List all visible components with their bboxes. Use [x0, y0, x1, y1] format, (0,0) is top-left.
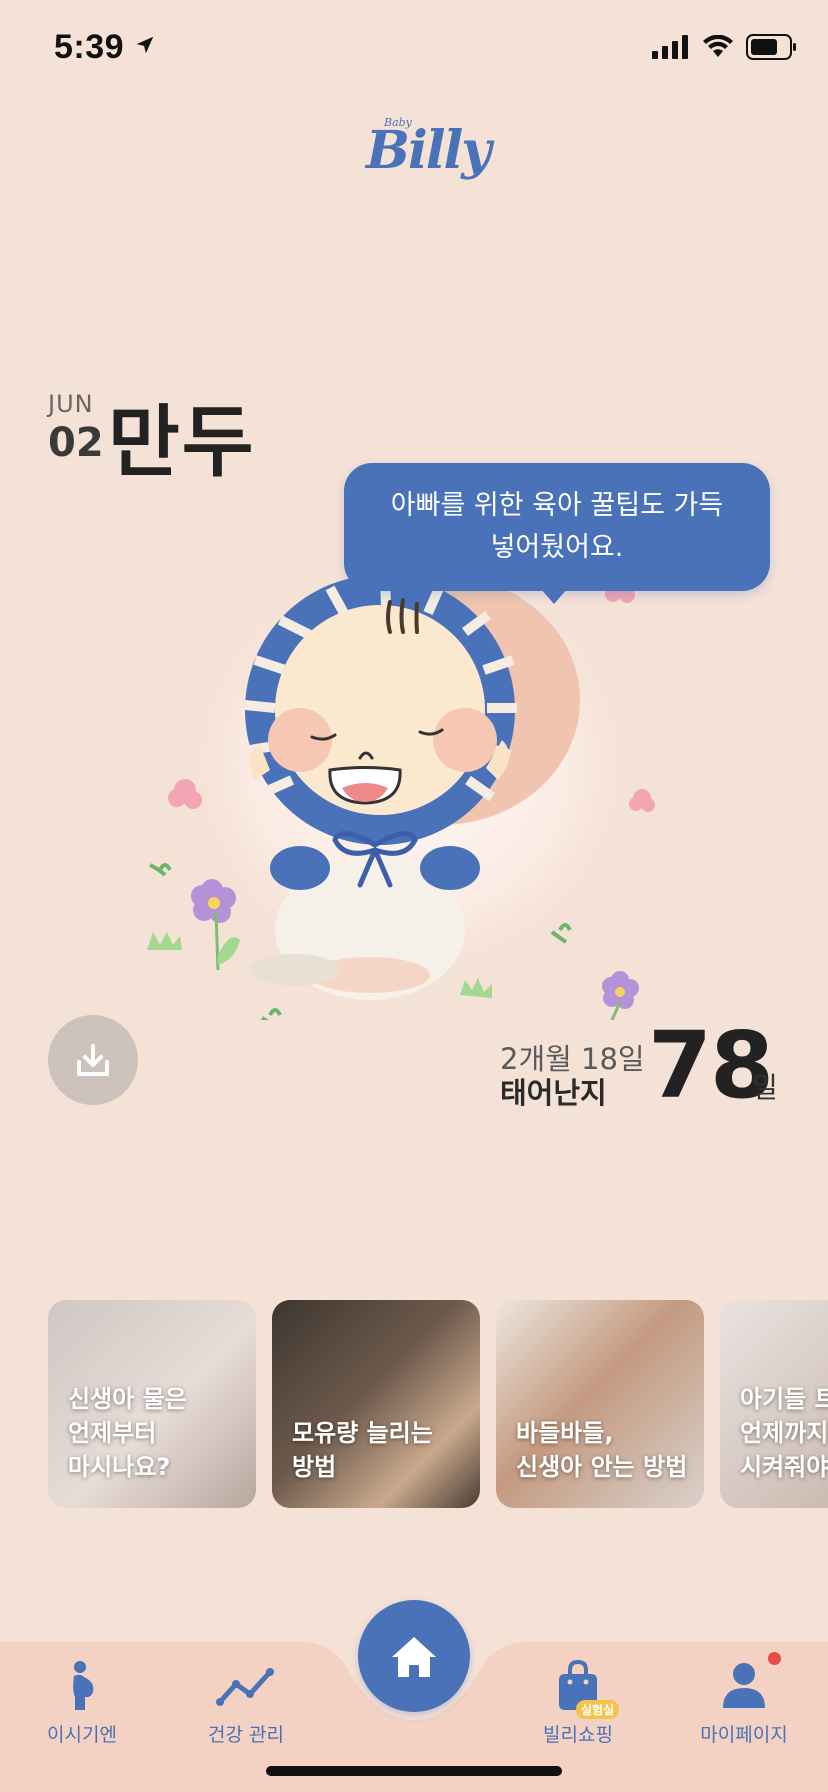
tab-shopping[interactable]: 실험실 빌리쇼핑	[518, 1660, 638, 1747]
cellular-signal-icon	[652, 35, 688, 59]
wifi-icon	[703, 35, 733, 57]
article-card-holding-newborn[interactable]: 바들바들, 신생아 안는 방법	[496, 1300, 704, 1508]
age-days-unit: 일	[752, 1071, 778, 1104]
baby-name: 만두	[108, 398, 256, 488]
age-label: 태어난지	[500, 1076, 607, 1110]
article-card-title: 아기들 트 언제까지 시켜줘야	[740, 1385, 828, 1481]
bubble-line-1: 아빠를 위한 육아 꿀팁도 가득	[390, 490, 724, 521]
article-card-baby-burp[interactable]: 아기들 트 언제까지 시켜줘야	[720, 1300, 828, 1508]
chart-line-icon	[216, 1668, 274, 1706]
logo-name: Billy	[366, 120, 491, 181]
battery-icon	[746, 34, 796, 60]
article-card-title: 신생아 물은 언제부터 마시나요?	[68, 1385, 187, 1481]
lab-badge: 실험실	[576, 1700, 620, 1719]
tab-label: 마이페이지	[700, 1724, 788, 1746]
home-indicator	[266, 1766, 562, 1776]
article-card-title: 바들바들, 신생아 안는 방법	[516, 1419, 688, 1481]
bubble-tail	[540, 588, 568, 604]
download-button[interactable]	[48, 1015, 138, 1105]
home-icon	[392, 1637, 436, 1677]
tab-health[interactable]: 건강 관리	[186, 1660, 306, 1747]
pregnant-person-icon	[73, 1661, 94, 1710]
brand-logo: Baby Billy	[360, 108, 491, 198]
user-icon	[723, 1663, 765, 1708]
tab-label: 이시기엔	[47, 1724, 117, 1746]
status-icons	[652, 34, 798, 60]
article-card-newborn-water[interactable]: 신생아 물은 언제부터 마시나요?	[48, 1300, 256, 1508]
tab-this-period[interactable]: 이시기엔	[22, 1660, 142, 1747]
tab-label: 빌리쇼핑	[543, 1724, 613, 1746]
birth-month: JUN	[48, 390, 94, 418]
notification-dot	[768, 1652, 781, 1665]
download-icon	[77, 1044, 109, 1076]
home-button[interactable]	[358, 1600, 470, 1712]
birth-day: 02	[48, 420, 104, 466]
status-time: 5:39	[54, 28, 156, 67]
tip-speech-bubble: 아빠를 위한 육아 꿀팁도 가득 넣어뒀어요.	[344, 463, 770, 591]
bubble-line-2: 넣어뒀어요.	[490, 532, 624, 563]
baby-illustration	[147, 545, 655, 1020]
article-carousel[interactable]: 신생아 물은 언제부터 마시나요? 모유량 늘리는 방법 바들바들, 신생아 안는 방법…	[48, 1300, 828, 1508]
tab-my-page[interactable]: 마이페이지	[684, 1660, 804, 1747]
status-time-text: 5:39	[54, 28, 125, 66]
article-card-title: 모유량 늘리는 방법	[292, 1419, 433, 1481]
tab-label: 건강 관리	[208, 1724, 284, 1746]
article-card-milk-supply[interactable]: 모유량 늘리는 방법	[272, 1300, 480, 1508]
location-arrow-icon	[136, 36, 154, 54]
